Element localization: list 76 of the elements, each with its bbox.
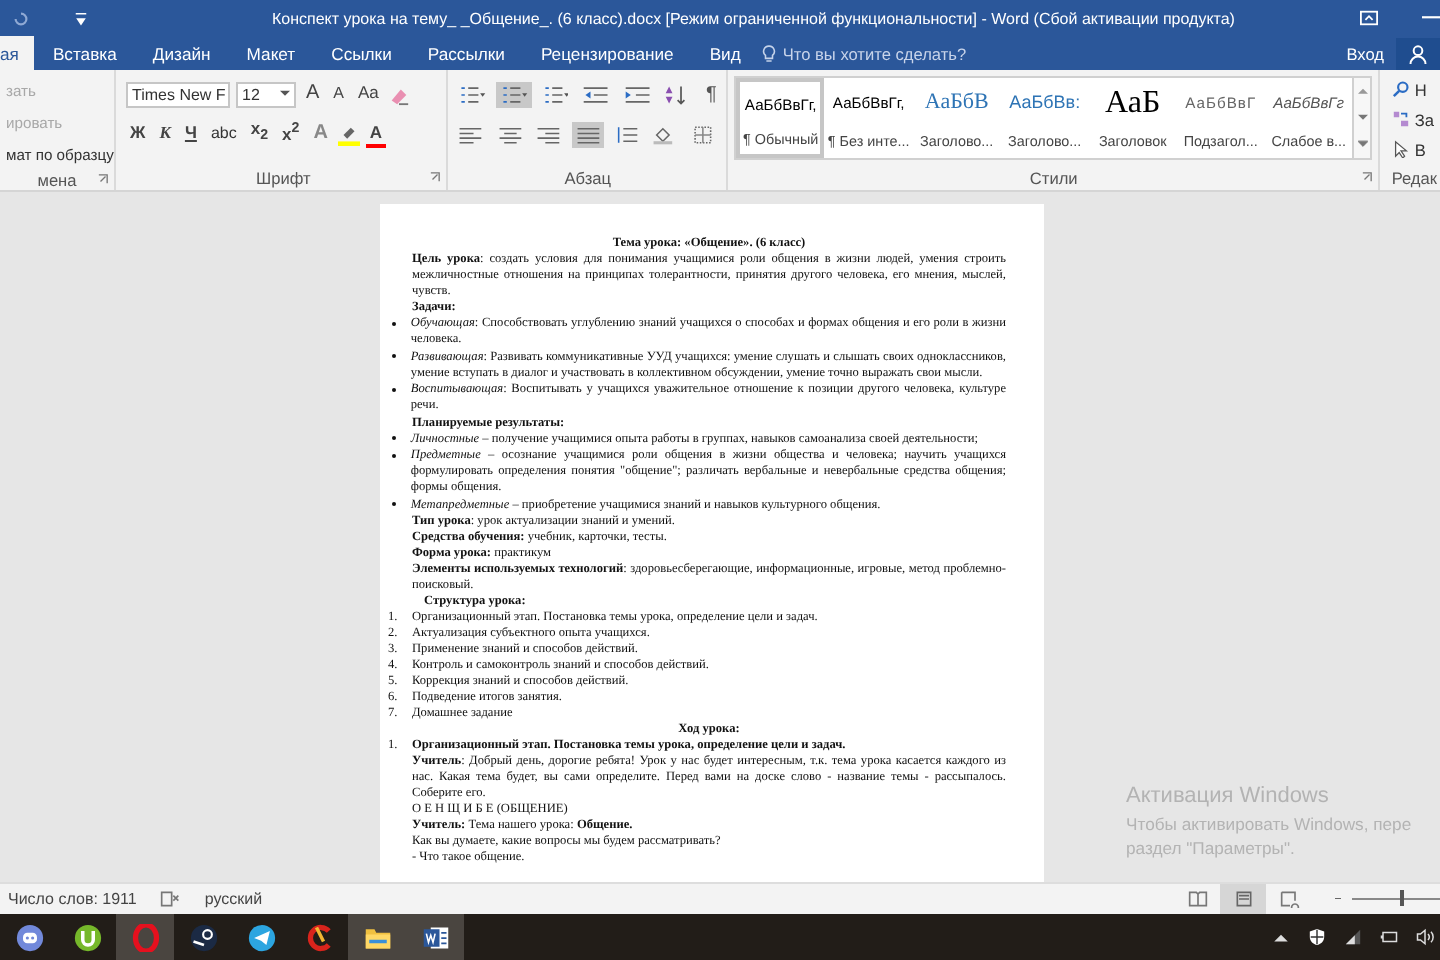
font-color-button[interactable]: A <box>365 121 387 147</box>
highlighter-icon[interactable] <box>337 123 360 145</box>
ribbon-tab[interactable]: Вид <box>691 36 759 70</box>
window-title: Конспект урока на тему_ _Общение_. (6 класс).docx [Режим ограниченной функциональности] - Word (Сбой активации продукта) <box>272 9 1235 27</box>
style-sample: АаБбВв: <box>1009 90 1081 116</box>
group-label: Шрифт <box>256 168 311 188</box>
proofing-icon[interactable] <box>160 890 181 908</box>
taskbar-button[interactable] <box>406 914 464 960</box>
select-button[interactable]: В <box>1414 139 1426 159</box>
ring-icon <box>131 923 159 951</box>
zoom-thumb[interactable] <box>1400 890 1405 906</box>
subscript-button[interactable]: x$_{2}$ <box>246 117 273 151</box>
superscript-button[interactable]: x$^{2}$ <box>278 118 304 150</box>
ribbon-tab[interactable]: Рассылки <box>409 36 523 70</box>
font-name-field[interactable]: Times New F <box>126 81 230 107</box>
minimize-icon[interactable] <box>1422 16 1440 20</box>
ribbon-tab[interactable]: ая <box>0 36 35 70</box>
magnifier-icon <box>1392 80 1411 98</box>
bullet-icon <box>392 436 397 441</box>
style-sample: АаБбВ <box>924 88 989 118</box>
ribbon-options-icon[interactable] <box>1360 10 1378 26</box>
grow-font-button[interactable]: A <box>302 81 324 107</box>
numbered-list-icon[interactable] <box>495 81 532 107</box>
dialog-launcher-icon[interactable] <box>98 174 108 184</box>
shield-icon[interactable] <box>1308 928 1326 946</box>
justify-icon[interactable] <box>571 121 605 147</box>
replace-icon <box>1392 110 1411 128</box>
ribbon-tab[interactable]: Рецензирование <box>522 36 692 70</box>
replace-button[interactable]: За <box>1414 109 1434 129</box>
bullet-icon <box>392 502 397 507</box>
document-app-icon <box>421 923 449 951</box>
find-button[interactable]: Н <box>1414 79 1427 99</box>
underline-button[interactable]: Ч <box>180 121 201 147</box>
decrease-indent-icon[interactable] <box>578 81 614 107</box>
folder-icon <box>363 923 391 951</box>
bullet-icon <box>392 453 397 458</box>
caret-icon[interactable] <box>280 90 290 98</box>
shrink-font-button[interactable]: A <box>329 81 349 107</box>
paper-plane-icon <box>247 923 275 951</box>
bullet-icon <box>392 321 397 326</box>
taskbar-button[interactable] <box>348 914 406 960</box>
group-label: Редак <box>1391 168 1438 188</box>
scroll-up-icon[interactable] <box>1357 87 1368 96</box>
bold-button[interactable]: Ж <box>126 121 150 147</box>
undo-icon[interactable] <box>12 9 30 27</box>
italic-button[interactable]: К <box>155 121 175 147</box>
word-count[interactable]: Число слов: 1911 <box>0 890 145 908</box>
font-size-field[interactable]: 12 <box>236 81 296 107</box>
dropdown-icon[interactable] <box>74 11 88 25</box>
ribbon-tab[interactable]: Вставка <box>34 36 135 70</box>
ribbon-tab[interactable]: Макет <box>228 36 314 70</box>
dialog-launcher-icon[interactable] <box>1362 172 1373 182</box>
strikethrough-button[interactable]: abc <box>206 121 241 147</box>
ribbon-tab[interactable]: Дизайн <box>134 36 229 70</box>
ribbon-tab[interactable]: Ссылки <box>313 36 410 70</box>
bullet-icon <box>392 387 397 392</box>
change-case-button[interactable]: Aa <box>354 81 383 107</box>
speaker-icon[interactable] <box>1416 928 1434 946</box>
language-indicator[interactable]: русский <box>196 890 271 908</box>
more-icon[interactable] <box>1357 140 1368 149</box>
tell-me-field[interactable]: Что вы хотите сделать? <box>776 36 1023 70</box>
group-label: мена <box>37 169 77 189</box>
group-label: Абзац <box>564 168 611 188</box>
battery-icon[interactable] <box>1380 928 1398 946</box>
bullet-icon <box>392 354 397 359</box>
dialog-launcher-icon[interactable] <box>430 172 441 182</box>
sign-in-link[interactable]: Вход <box>1334 36 1396 70</box>
style-sample: АаБ <box>1105 86 1161 120</box>
scroll-down-icon[interactable] <box>1357 113 1368 122</box>
person-icon[interactable] <box>1396 37 1440 69</box>
wifi-icon[interactable] <box>1344 928 1362 946</box>
group-label: Стили <box>1029 168 1078 188</box>
cursor-icon <box>1392 140 1411 158</box>
page-icon[interactable] <box>1220 884 1266 914</box>
lightbulb-icon <box>762 43 777 63</box>
pilcrow-button[interactable]: ¶ <box>702 83 721 105</box>
